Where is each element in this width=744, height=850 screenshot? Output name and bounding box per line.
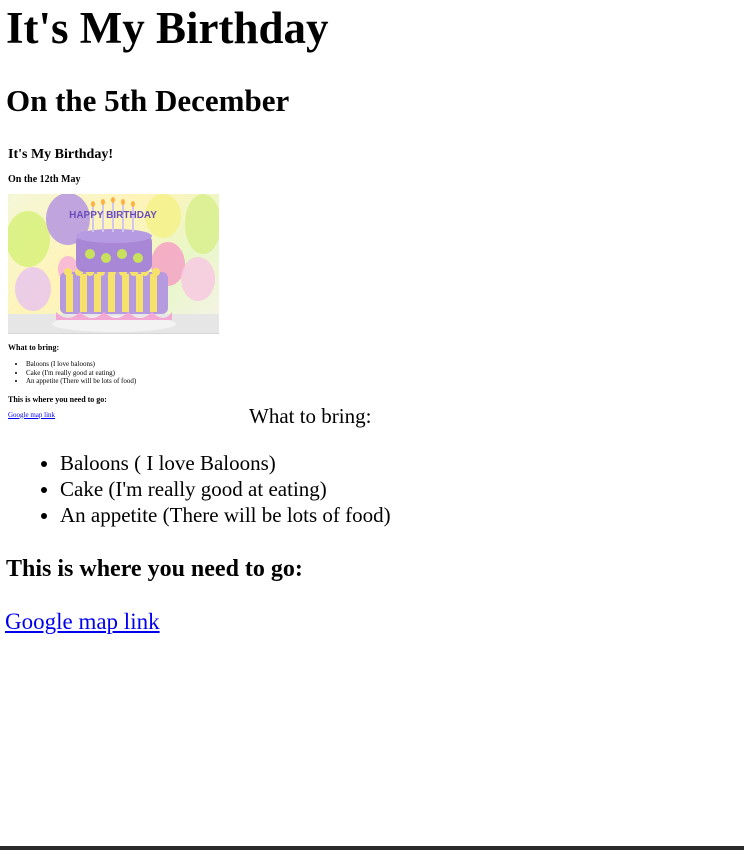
- cake-text: HAPPY BIRTHDAY: [69, 210, 157, 221]
- thumbnail-where-heading: This is where you need to go:: [8, 394, 107, 404]
- where-heading: This is where you need to go:: [6, 556, 303, 582]
- bring-heading: What to bring:: [249, 404, 372, 428]
- bottom-bar: [0, 846, 744, 850]
- list-item: An appetite (There will be lots of food): [26, 377, 241, 386]
- thumbnail-bring-heading: What to bring:: [8, 343, 60, 352]
- list-item: Baloons ( I love Baloons): [60, 450, 391, 476]
- birthday-cake-image: HAPPY BIRTHDAY: [8, 194, 219, 334]
- cake-illustration: HAPPY BIRTHDAY: [8, 194, 219, 333]
- thumbnail-title: It's My Birthday!: [8, 147, 113, 162]
- list-item: Cake (I'm really good at eating): [60, 476, 391, 502]
- list-item: An appetite (There will be lots of food): [60, 502, 391, 528]
- birthday-page-thumbnail: It's My Birthday! On the 12th May HAPPY …: [6, 142, 245, 428]
- page-subtitle: On the 5th December: [6, 83, 290, 118]
- list-item: Baloons (I love baloons): [26, 360, 241, 369]
- google-map-link[interactable]: Google map link: [5, 608, 160, 636]
- thumbnail-map-link[interactable]: Google map link: [8, 411, 241, 420]
- page-title: It's My Birthday: [6, 3, 329, 53]
- thumbnail-bring-list: Baloons (I love baloons) Cake (I'm reall…: [8, 360, 241, 386]
- list-item: Cake (I'm really good at eating): [26, 369, 241, 378]
- thumbnail-subtitle: On the 12th May: [8, 174, 81, 185]
- bring-list: Baloons ( I love Baloons) Cake (I'm real…: [6, 450, 391, 528]
- thumbnail-content: It's My Birthday! On the 12th May HAPPY …: [8, 146, 241, 420]
